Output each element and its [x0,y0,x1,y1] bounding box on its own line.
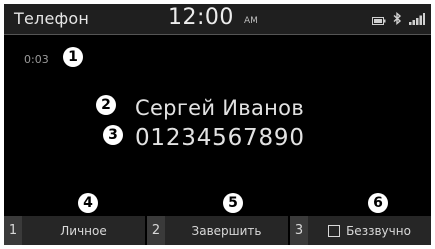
softkey-bar: 1 Личное 2 Завершить 3 Беззвучно [4,216,431,245]
softkey-number: 2 [147,216,165,245]
callout-badge-1: 1 [63,47,83,67]
status-icons [365,10,425,29]
caller-name: Сергей Иванов [135,96,304,120]
battery-icon [372,10,386,29]
callout-badge-3: 3 [103,125,123,145]
mute-button[interactable]: 3 Беззвучно [290,216,431,245]
softkey-body: Беззвучно [308,216,431,245]
screen: Телефон 12:00 AM 0:03 1 2 Сергей Иванов … [0,0,435,249]
mute-checkbox[interactable] [328,224,341,237]
softkey-number: 1 [4,216,22,245]
end-call-button[interactable]: 2 Завершить [147,216,288,245]
softkey-label: Завершить [165,216,288,245]
private-mode-button[interactable]: 1 Личное [4,216,145,245]
softkey-label: Личное [22,216,145,245]
softkey-number: 3 [290,216,308,245]
callout-badge-6: 6 [368,193,388,213]
caller-number: 01234567890 [135,125,305,151]
head-unit-display: Телефон 12:00 AM 0:03 1 2 Сергей Иванов … [4,4,431,245]
call-timer: 0:03 [24,53,49,66]
callout-badge-4: 4 [78,193,98,213]
clock-ampm: AM [244,16,258,26]
callout-badge-2: 2 [96,95,116,115]
bluetooth-icon [393,10,402,29]
signal-icon [409,10,425,29]
status-bar: Телефон 12:00 AM [4,4,431,35]
clock: 12:00 [168,5,234,30]
callout-badge-5: 5 [223,193,243,213]
softkey-label: Беззвучно [346,223,411,238]
app-title: Телефон [14,9,90,28]
